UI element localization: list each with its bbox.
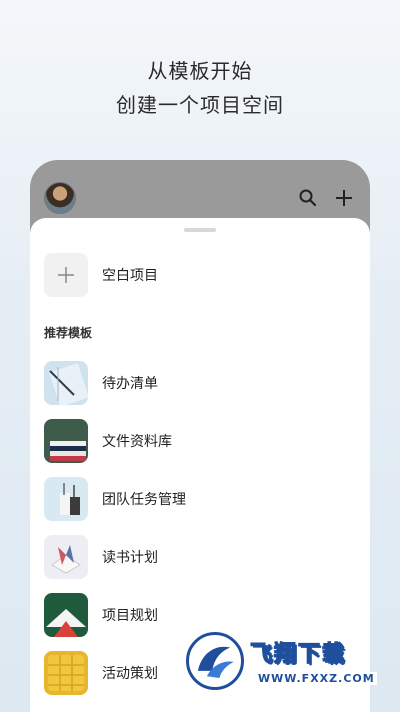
template-label: 活动策划	[102, 666, 158, 682]
headline: 从模板开始 创建一个项目空间	[0, 54, 400, 122]
template-label: 团队任务管理	[102, 492, 186, 508]
watermark: 飞翔下载 WWW.FXXZ.COM	[186, 632, 386, 698]
sheet-drag-handle[interactable]	[184, 228, 216, 232]
house-roof-thumbnail	[44, 593, 88, 637]
template-label: 项目规划	[102, 608, 158, 624]
blank-project-item[interactable]: 空白项目	[44, 252, 356, 298]
template-item-team[interactable]: 团队任务管理	[44, 470, 356, 528]
desk-supplies-thumbnail	[44, 477, 88, 521]
headline-line-2: 创建一个项目空间	[116, 93, 284, 117]
watermark-logo-icon	[186, 632, 244, 690]
search-icon[interactable]	[296, 186, 320, 210]
open-book-thumbnail	[44, 535, 88, 579]
template-label: 文件资料库	[102, 434, 172, 450]
notebook-pen-thumbnail	[44, 361, 88, 405]
section-title: 推荐模板	[44, 326, 93, 340]
blank-project-label: 空白项目	[102, 268, 158, 284]
watermark-brand: 飞翔下载	[249, 641, 347, 667]
template-item-files[interactable]: 文件资料库	[44, 412, 356, 470]
template-item-reading[interactable]: 读书计划	[44, 528, 356, 586]
phone-mockup: 空白项目 推荐模板 待办清单 文件资料库 团队任务管理 读书计划 项目规划 活动…	[30, 160, 370, 712]
template-item-todo[interactable]: 待办清单	[44, 354, 356, 412]
avatar[interactable]	[44, 182, 76, 214]
yellow-notebook-thumbnail	[44, 651, 88, 695]
top-bar	[30, 160, 370, 218]
template-label: 待办清单	[102, 376, 158, 392]
plus-icon	[44, 253, 88, 297]
template-label: 读书计划	[102, 550, 158, 566]
watermark-url: WWW.FXXZ.COM	[256, 672, 377, 685]
stacked-books-thumbnail	[44, 419, 88, 463]
headline-line-1: 从模板开始	[147, 59, 253, 83]
add-icon[interactable]	[332, 186, 356, 210]
